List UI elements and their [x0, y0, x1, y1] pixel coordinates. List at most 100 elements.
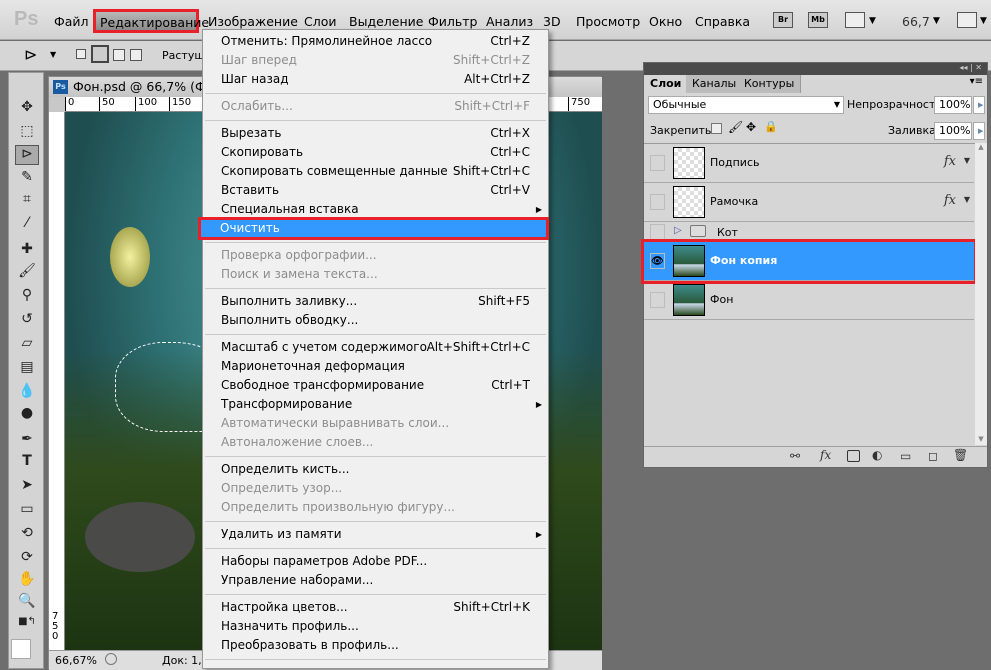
shape-tool-icon[interactable]: ▭: [15, 501, 39, 521]
polygonal-lasso-icon[interactable]: ⊳: [24, 45, 37, 64]
menu-item[interactable]: Шаг назад Alt+Ctrl+Z: [203, 70, 548, 89]
add-to-selection-icon[interactable]: [91, 45, 109, 63]
status-menu-icon[interactable]: [105, 653, 117, 665]
type-tool-icon[interactable]: T: [15, 453, 39, 473]
menu-item[interactable]: Ослабить... Shift+Ctrl+F: [203, 97, 548, 116]
marquee-tool-icon[interactable]: ⬚: [15, 123, 39, 143]
menu-item[interactable]: Управление наборами...: [203, 571, 548, 590]
menu-item[interactable]: Удалить из памяти ▶: [203, 525, 548, 544]
menu-item[interactable]: Шаг вперед Shift+Ctrl+Z: [203, 51, 548, 70]
visibility-toggle[interactable]: [650, 155, 665, 171]
dropdown-icon[interactable]: ▼: [869, 16, 876, 26]
menu-item[interactable]: Марионеточная деформация: [203, 357, 548, 376]
menu-item[interactable]: Наборы параметров Adobe PDF...: [203, 552, 548, 571]
3d-rotate-icon[interactable]: ⟲: [15, 525, 39, 545]
eye-icon[interactable]: 👁: [650, 253, 665, 269]
expand-effects-icon[interactable]: ▼: [964, 156, 970, 165]
menu-window[interactable]: Окно: [649, 14, 682, 29]
dropdown-icon[interactable]: ▼: [933, 16, 940, 26]
adjustment-layer-icon[interactable]: ◐: [872, 448, 882, 462]
add-style-icon[interactable]: fx: [820, 448, 831, 462]
menu-layer[interactable]: Слои: [304, 14, 337, 29]
menu-item[interactable]: Вырезать Ctrl+X: [203, 124, 548, 143]
blur-tool-icon[interactable]: 💧: [15, 383, 39, 403]
pen-tool-icon[interactable]: ✒: [15, 431, 39, 451]
collapse-close-icon[interactable]: ◂◂ | ✕: [959, 63, 982, 72]
zoom-level[interactable]: 66,7: [902, 14, 930, 29]
dodge-tool-icon[interactable]: ●: [15, 405, 39, 425]
menu-image[interactable]: Изображение: [208, 14, 298, 29]
foreground-color-swatch[interactable]: [11, 639, 31, 659]
new-layer-icon[interactable]: ◻: [928, 449, 938, 463]
layer-row[interactable]: ▷ Кот: [644, 222, 974, 242]
menu-item[interactable]: Выполнить заливку... Shift+F5: [203, 292, 548, 311]
eraser-icon[interactable]: ▱: [15, 335, 39, 355]
fill-slider-button[interactable]: ▶: [973, 122, 985, 140]
link-layers-icon[interactable]: ⚯: [790, 449, 800, 463]
lock-all-icon[interactable]: 🔒: [764, 120, 778, 133]
visibility-toggle[interactable]: [650, 292, 665, 308]
layers-scrollbar[interactable]: ▲ ▼: [975, 143, 987, 445]
eyedropper-icon[interactable]: ⁄: [15, 215, 39, 235]
zoom-tool-icon[interactable]: 🔍: [15, 593, 39, 613]
menu-item[interactable]: Определить произвольную фигуру...: [203, 498, 548, 517]
hand-tool-icon[interactable]: ✋: [15, 571, 39, 591]
menu-item[interactable]: Специальная вставка ▶: [203, 200, 548, 219]
layer-effects-icon[interactable]: fx: [944, 193, 956, 208]
menu-item[interactable]: Поиск и замена текста...: [203, 265, 548, 284]
expand-arrow-icon[interactable]: ▷: [674, 225, 682, 236]
expand-effects-icon[interactable]: ▼: [964, 195, 970, 204]
menu-item[interactable]: Скопировать совмещенные данные Shift+Ctrl…: [203, 162, 548, 181]
menu-item[interactable]: Определить узор...: [203, 479, 548, 498]
crop-tool-icon[interactable]: ⌗: [15, 191, 39, 211]
opacity-slider-button[interactable]: ▶: [973, 96, 985, 114]
new-group-icon[interactable]: ▭: [900, 449, 911, 463]
menu-item[interactable]: Масштаб с учетом содержимого Alt+Shift+Ct…: [203, 338, 548, 357]
menu-filter[interactable]: Фильтр: [428, 14, 477, 29]
dropdown-icon[interactable]: ▼: [50, 50, 56, 59]
3d-orbit-icon[interactable]: ⟳: [15, 549, 39, 569]
extras-icon[interactable]: [845, 12, 865, 28]
menu-analysis[interactable]: Анализ: [486, 14, 533, 29]
menu-edit[interactable]: Редактирование: [93, 9, 209, 33]
menu-item[interactable]: Свободное трансформирование Ctrl+T: [203, 376, 548, 395]
layer-name[interactable]: Подпись: [710, 156, 759, 169]
panel-menu-icon[interactable]: ▾≡: [970, 76, 983, 87]
path-selection-icon[interactable]: ➤: [15, 477, 39, 497]
menu-item[interactable]: Определить кисть...: [203, 460, 548, 479]
blend-mode-select[interactable]: Обычные ▼: [648, 96, 844, 114]
menu-item[interactable]: Трансформирование ▶: [203, 395, 548, 414]
menu-view[interactable]: Просмотр: [576, 14, 640, 29]
lock-position-icon[interactable]: ✥: [746, 120, 756, 134]
layer-row[interactable]: 👁 Фон копия: [641, 239, 977, 284]
menu-item[interactable]: Скопировать Ctrl+C: [203, 143, 548, 162]
quick-selection-icon[interactable]: ✎: [15, 169, 39, 189]
gradient-tool-icon[interactable]: ▤: [15, 359, 39, 379]
tab-channels[interactable]: Каналы: [686, 75, 744, 93]
tab-paths[interactable]: Контуры: [738, 75, 802, 93]
zoom-field[interactable]: 66,67%: [55, 654, 97, 667]
new-selection-icon[interactable]: [76, 49, 86, 59]
add-mask-icon[interactable]: [847, 450, 860, 462]
menu-file[interactable]: Файл: [54, 14, 89, 29]
opacity-input[interactable]: 100%: [934, 96, 972, 114]
delete-layer-icon[interactable]: 🗑: [953, 448, 968, 462]
layer-name[interactable]: Рамочка: [710, 195, 758, 208]
history-brush-icon[interactable]: ↺: [15, 311, 39, 331]
menu-item[interactable]: Настройка цветов... Shift+Ctrl+K: [203, 598, 548, 617]
lock-pixels-icon[interactable]: 🖌: [728, 120, 743, 134]
menu-item[interactable]: Отменить: Прямолинейное лассо Ctrl+Z: [203, 32, 548, 51]
subtract-selection-icon[interactable]: [113, 49, 125, 61]
visibility-toggle[interactable]: [650, 224, 665, 240]
brush-tool-icon[interactable]: 🖌: [15, 263, 39, 283]
layer-name[interactable]: Фон: [710, 293, 733, 306]
menu-help[interactable]: Справка: [695, 14, 750, 29]
menu-item[interactable]: Вставить Ctrl+V: [203, 181, 548, 200]
menu-item[interactable]: Выполнить обводку...: [203, 311, 548, 330]
arrange-documents-icon[interactable]: [957, 12, 977, 28]
layer-name[interactable]: Фон копия: [710, 254, 777, 267]
move-tool-icon[interactable]: ✥: [15, 99, 39, 119]
dropdown-icon[interactable]: ▼: [980, 16, 987, 26]
layer-row[interactable]: Фон: [644, 281, 974, 320]
menu-item[interactable]: Проверка орфографии...: [203, 246, 548, 265]
